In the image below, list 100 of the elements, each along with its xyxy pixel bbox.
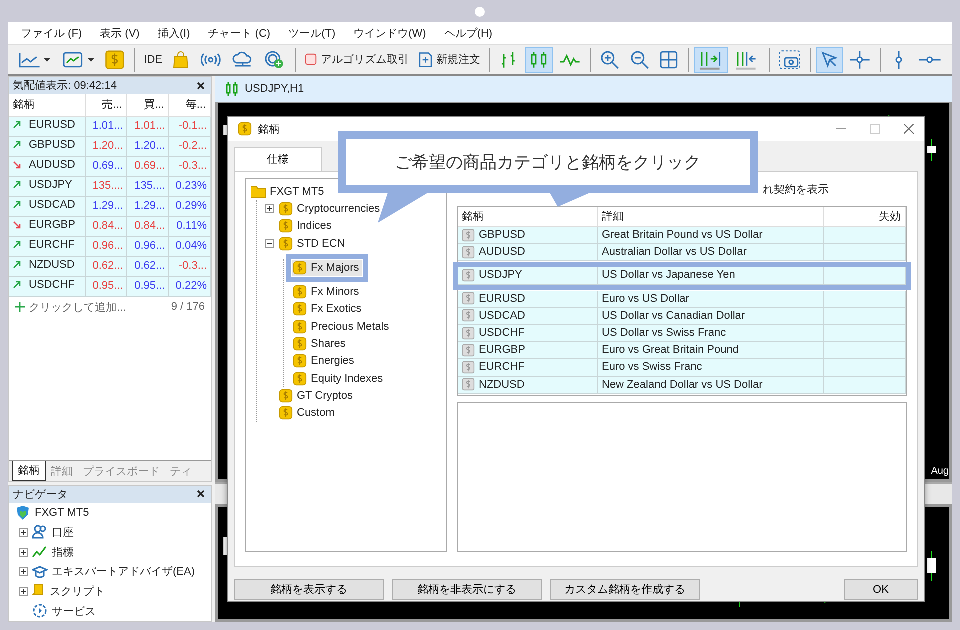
tree-item[interactable]: エキスパートアドバイザ(EA): [9, 562, 211, 582]
ask-cell: 0.84...: [126, 216, 169, 236]
checkbox-label[interactable]: れ契約を表示: [763, 182, 829, 196]
dialog-title: 銘柄: [258, 122, 280, 136]
menu-item[interactable]: チャート (C): [199, 23, 280, 43]
tree-item[interactable]: スクリプト: [9, 582, 211, 602]
change-cell: -0.3...: [168, 156, 210, 176]
change-cell: -0.2...: [168, 136, 210, 156]
dollar-icon: [105, 50, 126, 70]
chart-tab[interactable]: USDJPY,H1: [215, 76, 952, 102]
tree-item[interactable]: Fx Exotics: [292, 301, 365, 318]
symbol-cell[interactable]: USDCHF: [9, 276, 85, 296]
column-header[interactable]: 失効: [824, 207, 906, 227]
menu-item[interactable]: ファイル (F): [12, 23, 92, 43]
dialog-tab[interactable]: 仕様: [234, 147, 322, 171]
dialog-button[interactable]: 銘柄を表示する: [234, 579, 384, 600]
cloud-icon: [232, 50, 254, 68]
menu-item[interactable]: 表示 (V): [91, 23, 149, 43]
callout-tooltip: ご希望の商品カテゴリと銘柄をクリック: [338, 131, 758, 193]
tree-item[interactable]: STD ECN: [278, 236, 348, 252]
panel-tab[interactable]: 銘柄: [12, 461, 46, 481]
toolbar-button[interactable]: 新規注文: [414, 46, 484, 72]
symbol-cell[interactable]: AUDUSD: [9, 156, 85, 176]
toolbar-button[interactable]: IDE: [140, 46, 166, 72]
axis-label: Aug: [931, 466, 949, 477]
change-cell: -0.1...: [168, 116, 210, 136]
column-header[interactable]: 毎...: [168, 94, 210, 116]
dollar-icon: [279, 219, 293, 234]
ask-cell: 135....: [126, 176, 169, 196]
symbol-cell[interactable]: USDJPY: [9, 176, 85, 196]
menu-item[interactable]: ツール(T): [280, 23, 345, 43]
ok-button[interactable]: OK: [844, 579, 918, 600]
tree-item[interactable]: サービス: [9, 601, 211, 621]
tree-item[interactable]: Indices: [278, 218, 335, 234]
expand-icon[interactable]: [19, 567, 28, 576]
toolbar-button[interactable]: アルゴリズム取引: [300, 46, 413, 72]
menu-item[interactable]: ヘルプ(H): [435, 23, 502, 43]
tree-item[interactable]: Cryptocurrencies: [278, 200, 384, 217]
symbol-cell[interactable]: NZDUSD: [9, 256, 85, 276]
bid-cell: 0.95...: [85, 276, 127, 296]
callout-pointer: [378, 193, 428, 223]
tree-item[interactable]: Equity Indexes: [292, 370, 386, 387]
expand-icon[interactable]: [19, 548, 28, 556]
dollar-icon: [279, 202, 293, 216]
tree-item[interactable]: 指標: [9, 542, 211, 562]
dollar-icon: [462, 344, 475, 357]
add-symbol-link[interactable]: クリックして追加...: [29, 300, 126, 314]
crosshair-icon: [849, 50, 872, 70]
tree-item[interactable]: Energies: [292, 353, 358, 370]
menu-item[interactable]: ウインドウ(W): [344, 23, 436, 43]
symbol-cell[interactable]: GBPUSD: [9, 136, 85, 156]
signal-icon: [200, 50, 222, 68]
menu-item[interactable]: 挿入(I): [148, 23, 200, 43]
bid-cell: 0.84...: [85, 216, 127, 236]
bid-cell: 0.69...: [85, 156, 127, 176]
dollar-icon: [462, 268, 475, 282]
tree-item[interactable]: Fx Minors: [292, 284, 362, 300]
collapse-icon[interactable]: [265, 239, 274, 248]
tree-item[interactable]: GT Cryptos: [278, 388, 356, 404]
dialog-button[interactable]: 銘柄を非表示にする: [392, 579, 542, 600]
symbol-cell[interactable]: USDCAD: [9, 196, 85, 216]
close-button[interactable]: [195, 490, 207, 498]
ask-cell: 0.96...: [126, 236, 169, 256]
tree-item[interactable]: 口座: [9, 522, 211, 542]
tree-item[interactable]: Custom: [278, 405, 338, 422]
tree-item[interactable]: Precious Metals: [292, 318, 392, 335]
dollar-icon: [279, 406, 293, 420]
scroll-right-button[interactable]: [694, 46, 728, 72]
expand-icon[interactable]: [265, 204, 274, 214]
ask-cell: 1.01...: [126, 116, 169, 136]
cursor-button[interactable]: [816, 46, 844, 72]
column-header[interactable]: 詳細: [598, 207, 824, 227]
symbol-cell[interactable]: EURUSD: [9, 116, 85, 136]
tree-item[interactable]: Shares: [292, 336, 349, 352]
symbol-cell[interactable]: EURGBP: [9, 216, 85, 236]
plus-icon: [15, 302, 25, 312]
line-chart-icon: [18, 50, 52, 68]
panel-title: 気配値表示: 09:42:14: [13, 79, 117, 93]
tree-item[interactable]: FXGT MT5: [250, 184, 328, 200]
column-header[interactable]: 売...: [85, 94, 127, 116]
tree-item[interactable]: Fx Majors: [292, 260, 362, 276]
expand-icon[interactable]: [19, 528, 28, 537]
expand-icon[interactable]: [19, 586, 28, 596]
column-header[interactable]: 銘柄: [9, 94, 85, 116]
dollar-icon: [293, 260, 307, 275]
change-cell: -0.3...: [168, 256, 210, 276]
close-icon[interactable]: [904, 124, 914, 134]
tree-item[interactable]: FXGT MT5: [9, 502, 211, 522]
document-plus-icon: [418, 52, 432, 68]
dialog-button[interactable]: カスタム銘柄を作成する: [550, 579, 700, 600]
column-header[interactable]: 買...: [126, 94, 169, 116]
column-header[interactable]: 銘柄: [458, 207, 598, 227]
symbol-cell[interactable]: EURCHF: [9, 236, 85, 256]
dollar-icon: [293, 320, 307, 334]
folder-icon: [251, 185, 266, 198]
candlestick-button[interactable]: [525, 46, 553, 72]
close-button[interactable]: [195, 82, 207, 90]
dollar-icon: [462, 378, 475, 392]
bid-cell: 0.96...: [85, 236, 127, 256]
dollar-icon: [238, 122, 252, 136]
